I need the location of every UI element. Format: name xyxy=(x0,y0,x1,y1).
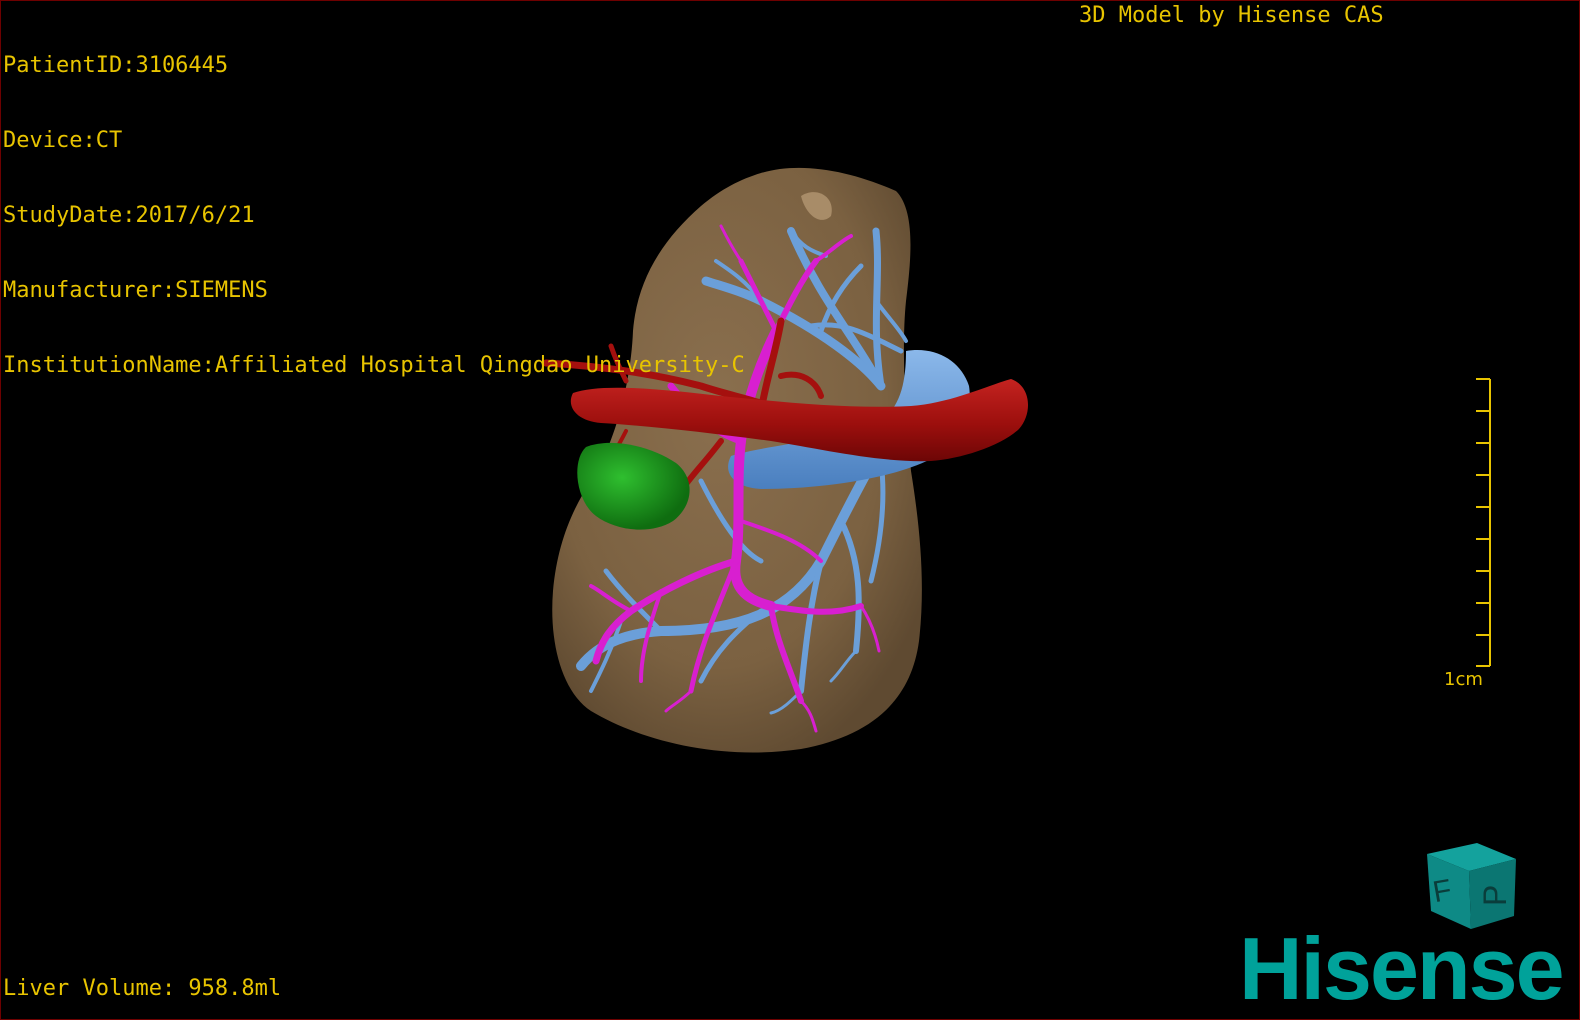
orientation-cube[interactable]: F P xyxy=(1427,843,1516,929)
manufacturer: Manufacturer:SIEMENS xyxy=(3,278,268,303)
scale-bar xyxy=(1476,378,1491,667)
3d-viewport[interactable]: F P PatientID:3106445 Device:CT StudyDat… xyxy=(0,0,1580,1020)
dicom-info-overlay: PatientID:3106445 Device:CT StudyDate:20… xyxy=(3,3,745,428)
device: Device:CT xyxy=(3,128,123,153)
hisense-logo: Hisense xyxy=(1239,919,1565,1018)
study-date: StudyDate:2017/6/21 xyxy=(3,203,255,228)
model-credit: 3D Model by Hisense CAS xyxy=(1079,3,1384,28)
patient-id: PatientID:3106445 xyxy=(3,53,229,78)
scale-bar-label: 1cm xyxy=(1444,669,1483,690)
institution-name: InstitutionName:Affiliated Hospital Qing… xyxy=(3,353,745,378)
liver-volume: Liver Volume: 958.8ml xyxy=(3,976,282,1001)
cube-face-p: P xyxy=(1477,885,1513,906)
